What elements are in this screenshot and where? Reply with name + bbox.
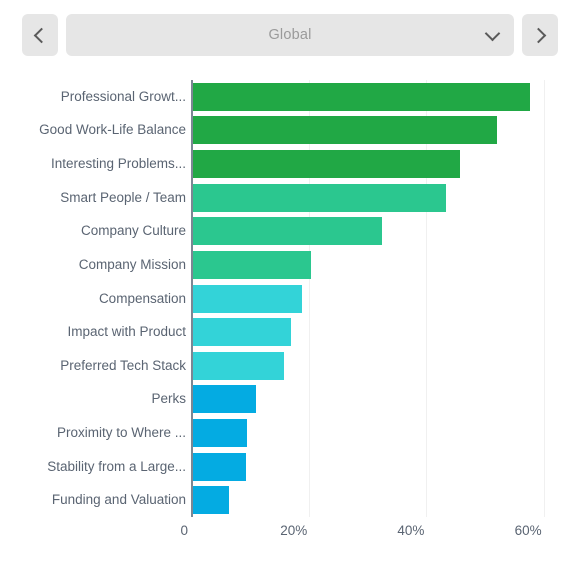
gridline — [543, 80, 545, 517]
gridline — [309, 80, 311, 517]
bar[interactable] — [192, 418, 248, 447]
bar-row[interactable] — [192, 284, 302, 313]
previous-region-button[interactable] — [22, 14, 58, 56]
category-label: Perks — [151, 391, 186, 407]
bar-row[interactable] — [192, 351, 285, 380]
bar-row[interactable] — [192, 183, 446, 212]
bar-row[interactable] — [192, 82, 530, 111]
bar[interactable] — [192, 217, 382, 246]
bar-row[interactable] — [192, 385, 256, 414]
category-label: Stability from a Large... — [47, 458, 186, 474]
value-tick-label: 60% — [514, 523, 542, 538]
bar[interactable] — [192, 318, 292, 347]
region-selector-bar: Global — [0, 0, 580, 70]
bar-row[interactable] — [192, 217, 382, 246]
category-label: Company Mission — [78, 256, 186, 272]
category-label: Funding and Valuation — [51, 492, 186, 508]
category-label: Proximity to Where ... — [56, 424, 186, 440]
bar-row[interactable] — [192, 150, 461, 179]
bar[interactable] — [192, 250, 311, 279]
region-select-value: Global — [268, 27, 312, 43]
plot-area — [192, 80, 580, 517]
category-label: Smart People / Team — [60, 189, 186, 205]
category-label: Impact with Product — [67, 324, 186, 340]
bar-row[interactable] — [192, 452, 246, 481]
value-tick-label: 20% — [280, 523, 308, 538]
category-axis-labels: Professional Growt... Good Work-Life Bala… — [0, 80, 186, 517]
gridline — [426, 80, 428, 517]
category-label: Interesting Problems... — [50, 156, 186, 172]
value-axis-labels: 0 20% 40% 60% — [0, 517, 580, 547]
bar[interactable] — [192, 183, 446, 212]
next-region-button[interactable] — [522, 14, 558, 56]
bar[interactable] — [192, 82, 530, 111]
horizontal-bar-chart: Professional Growt... Good Work-Life Bala… — [0, 70, 580, 579]
bar[interactable] — [192, 150, 461, 179]
value-axis-line — [191, 80, 193, 517]
bar-row[interactable] — [192, 116, 497, 145]
chevron-left-icon — [33, 27, 50, 43]
value-tick-label: 0 — [180, 523, 188, 538]
chevron-down-icon[interactable] — [484, 25, 501, 42]
chevron-right-icon — [530, 27, 547, 43]
bar-row[interactable] — [192, 418, 248, 447]
bar[interactable] — [192, 284, 302, 313]
region-select[interactable]: Global — [66, 14, 514, 56]
bar-row[interactable] — [192, 318, 292, 347]
bar[interactable] — [192, 486, 229, 515]
category-label: Compensation — [98, 290, 186, 306]
bar[interactable] — [192, 385, 256, 414]
bar[interactable] — [192, 116, 497, 145]
category-label: Preferred Tech Stack — [60, 357, 186, 373]
bar[interactable] — [192, 351, 285, 380]
category-label: Good Work-Life Balance — [39, 122, 186, 138]
category-label: Company Culture — [80, 223, 186, 239]
bar-row[interactable] — [192, 486, 229, 515]
value-tick-label: 40% — [397, 523, 425, 538]
bar[interactable] — [192, 452, 246, 481]
category-label: Professional Growt... — [60, 88, 186, 104]
bar-row[interactable] — [192, 250, 311, 279]
